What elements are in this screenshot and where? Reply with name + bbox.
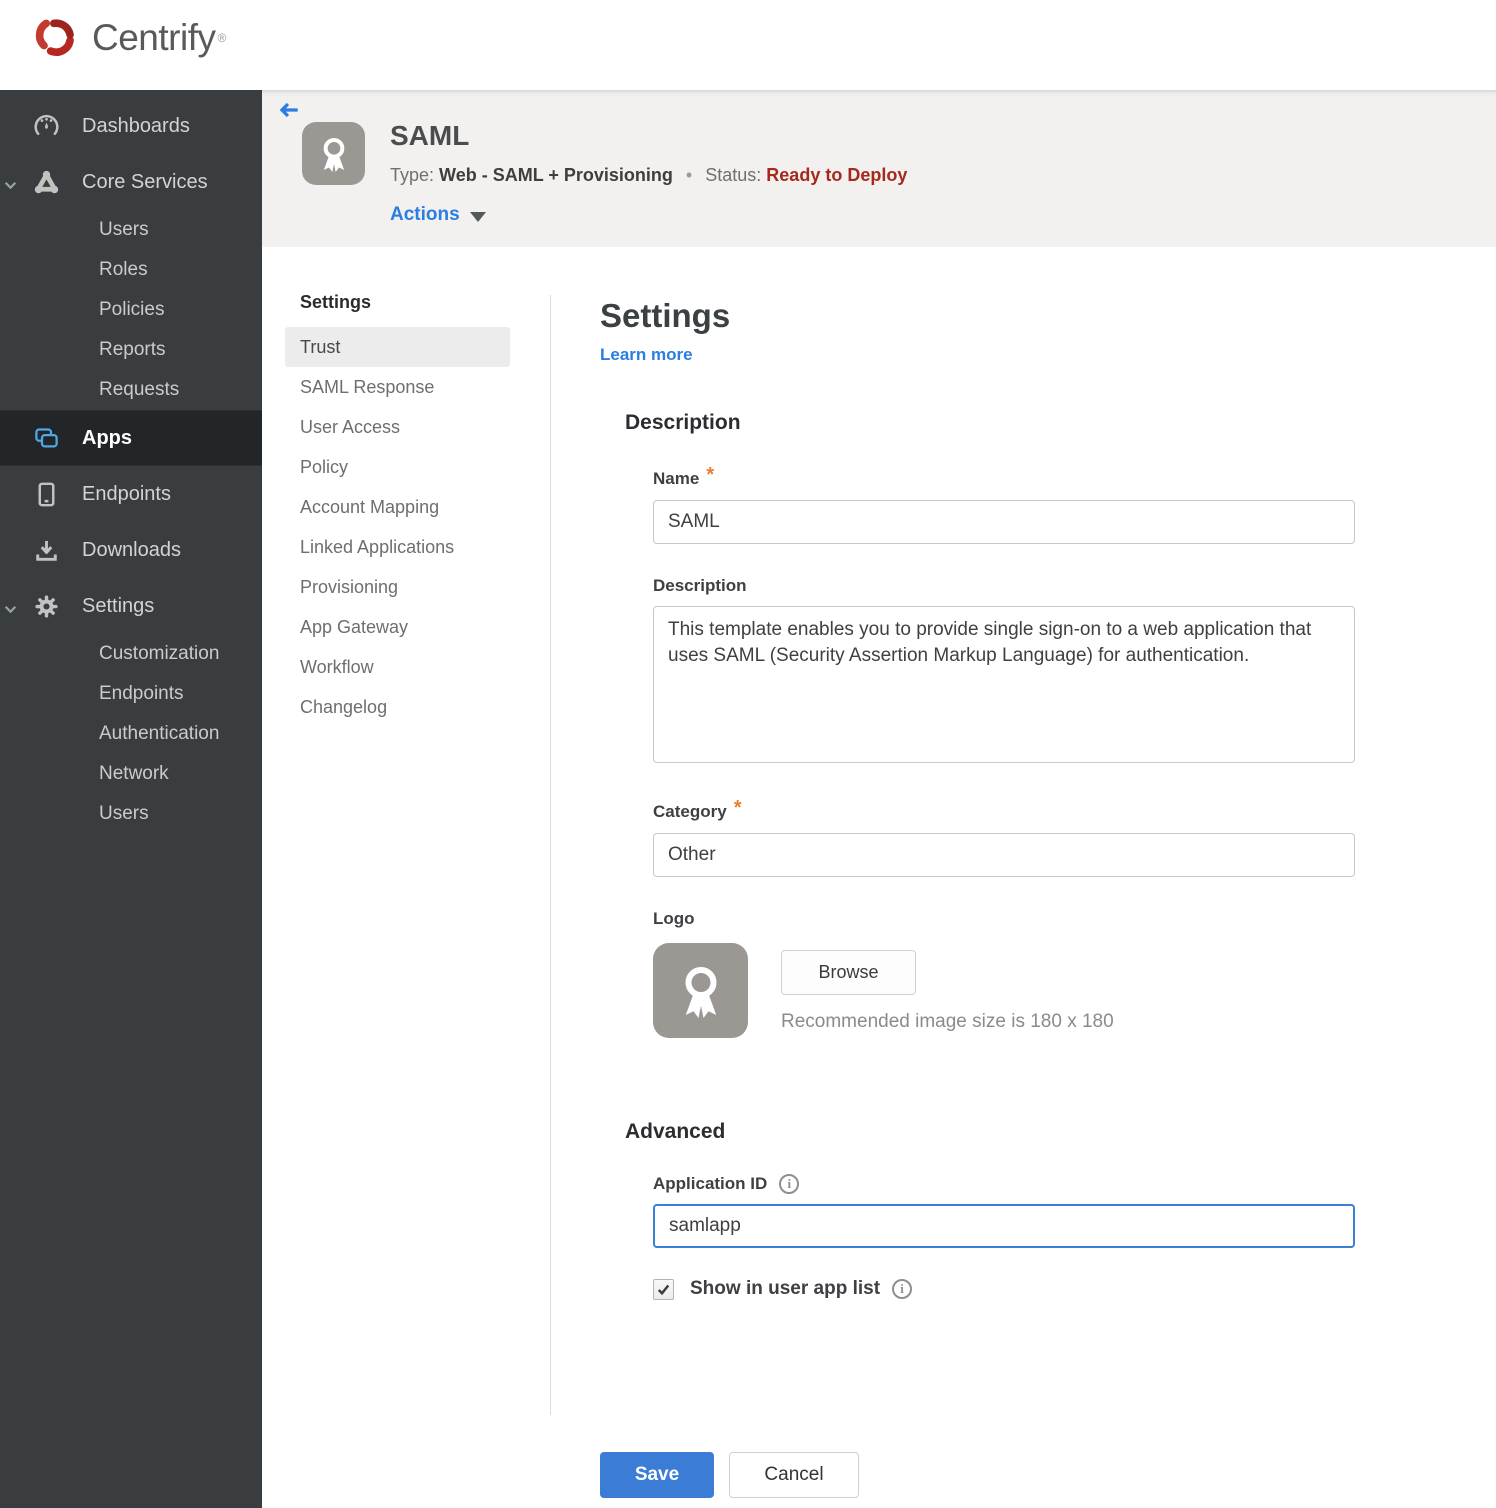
subnav-item-app-gateway[interactable]: App Gateway <box>285 607 510 647</box>
sidebar-item-authentication[interactable]: Authentication <box>0 714 262 754</box>
browse-button[interactable]: Browse <box>781 950 916 995</box>
top-bar: Centrify ® <box>0 0 1496 90</box>
application-id-label: Application ID i <box>653 1174 1355 1194</box>
subnav-item-saml-response[interactable]: SAML Response <box>285 367 510 407</box>
gauge-icon <box>33 113 60 140</box>
caret-down-icon <box>469 211 486 222</box>
sidebar-item-customization[interactable]: Customization <box>0 634 262 674</box>
show-in-user-app-list-label: Show in user app list <box>690 1278 881 1299</box>
required-asterisk: * <box>706 464 715 486</box>
info-icon[interactable]: i <box>892 1279 913 1299</box>
sidebar-label: Endpoints <box>82 482 171 505</box>
download-icon <box>33 537 60 564</box>
sidebar-item-core-services[interactable]: Core Services <box>0 154 262 210</box>
gear-icon <box>33 593 60 620</box>
subnav-item-policy[interactable]: Policy <box>285 447 510 487</box>
sidebar-item-endpoints[interactable]: Endpoints <box>0 466 262 522</box>
ribbon-icon <box>685 966 716 1018</box>
sidebar-label: Apps <box>82 426 132 449</box>
sidebar-label: Settings <box>82 594 155 617</box>
category-field[interactable] <box>653 833 1355 877</box>
page-title: Settings <box>600 297 731 334</box>
cancel-button[interactable]: Cancel <box>729 1452 859 1498</box>
sidebar-item-settings-users[interactable]: Users <box>0 794 262 834</box>
settings-subnav: Settings Trust SAML Response User Access… <box>285 292 510 727</box>
ribbon-icon <box>323 137 344 172</box>
sidebar-item-roles[interactable]: Roles <box>0 250 262 290</box>
brand-name: Centrify <box>92 17 216 58</box>
info-icon[interactable]: i <box>779 1174 800 1194</box>
subnav-item-provisioning[interactable]: Provisioning <box>285 567 510 607</box>
type-value: Web - SAML + Provisioning <box>439 165 673 185</box>
status-value: Ready to Deploy <box>766 165 908 185</box>
network-icon <box>33 169 60 196</box>
sidebar-item-reports[interactable]: Reports <box>0 330 262 370</box>
status-label: Status: <box>705 165 762 185</box>
brand-trademark: ® <box>217 31 227 45</box>
application-id-field[interactable] <box>653 1204 1355 1248</box>
device-icon <box>33 481 60 508</box>
subnav-item-workflow[interactable]: Workflow <box>285 647 510 687</box>
centrify-swirl-icon <box>35 19 74 56</box>
subnav-item-changelog[interactable]: Changelog <box>285 687 510 727</box>
sidebar-label: Downloads <box>82 538 181 561</box>
vertical-divider <box>550 295 551 1415</box>
app-meta: Type: Web - SAML + Provisioning • Status… <box>390 165 907 186</box>
sidebar-item-downloads[interactable]: Downloads <box>0 522 262 578</box>
actions-dropdown[interactable]: Actions <box>390 204 907 226</box>
subnav-item-linked-applications[interactable]: Linked Applications <box>285 527 510 567</box>
back-arrow-icon[interactable] <box>278 99 300 121</box>
centrify-logo: Centrify ® <box>30 12 226 64</box>
description-label: Description <box>653 576 747 595</box>
name-label: Name * <box>653 464 715 488</box>
app-logo <box>302 122 365 185</box>
sidebar-label: Dashboards <box>82 114 190 137</box>
sidebar-item-apps[interactable]: Apps <box>0 410 262 466</box>
show-in-user-app-list-checkbox[interactable] <box>653 1278 674 1300</box>
subnav-item-account-mapping[interactable]: Account Mapping <box>285 487 510 527</box>
sidebar-item-users[interactable]: Users <box>0 210 262 250</box>
type-label: Type: <box>390 165 435 185</box>
actions-label: Actions <box>390 204 460 225</box>
sidebar-item-settings-endpoints[interactable]: Endpoints <box>0 674 262 714</box>
sidebar-item-settings[interactable]: Settings <box>0 578 262 634</box>
settings-form: Settings Learn more Description Name * D… <box>600 297 1380 1498</box>
save-button[interactable]: Save <box>600 1452 714 1498</box>
subnav-item-user-access[interactable]: User Access <box>285 407 510 447</box>
app-header: SAML Type: Web - SAML + Provisioning • S… <box>262 90 1496 247</box>
sidebar-item-network[interactable]: Network <box>0 754 262 794</box>
sidebar: Dashboards Core Services Users Roles Pol… <box>0 90 262 1508</box>
logo-label: Logo <box>653 909 695 928</box>
subnav-title: Settings <box>300 292 372 312</box>
name-field[interactable] <box>653 500 1355 544</box>
sidebar-item-policies[interactable]: Policies <box>0 290 262 330</box>
description-section-title: Description <box>625 411 741 434</box>
category-label: Category * <box>653 797 742 821</box>
description-field[interactable]: This template enables you to provide sin… <box>653 606 1355 763</box>
app-title: SAML <box>390 120 470 151</box>
sidebar-item-dashboards[interactable]: Dashboards <box>0 98 262 154</box>
meta-separator: • <box>685 165 693 185</box>
learn-more-link[interactable]: Learn more <box>600 345 693 365</box>
chevron-down-icon[interactable] <box>4 177 17 195</box>
logo-size-hint: Recommended image size is 180 x 180 <box>781 1011 1114 1032</box>
subnav-item-trust[interactable]: Trust <box>285 327 510 367</box>
sidebar-item-requests[interactable]: Requests <box>0 370 262 410</box>
chevron-down-icon[interactable] <box>4 601 17 619</box>
logo-preview <box>653 943 748 1038</box>
required-asterisk: * <box>733 797 742 819</box>
content-area: Settings Trust SAML Response User Access… <box>262 247 1496 1508</box>
apps-icon <box>33 425 60 452</box>
sidebar-label: Core Services <box>82 170 208 193</box>
check-icon <box>657 1284 670 1295</box>
advanced-section-title: Advanced <box>625 1120 726 1143</box>
